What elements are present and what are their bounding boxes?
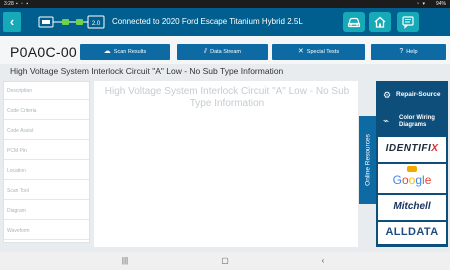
connection-status-text: Connected to 2020 Ford Escape Titanium H… [112,17,303,26]
battery-level: 94% [435,1,446,7]
special-tests-label: Special Tests [306,49,340,55]
back-button[interactable]: ‹ [3,12,21,32]
back-nav-icon[interactable]: ‹ [314,255,332,267]
wiring-label: Color Wiring Diagrams [399,115,435,129]
app-screen: 3:28 ▪ ▫ ▪ ◔ ▾ 94% ‹ 2.0 Connected to 20… [0,0,450,270]
report-button[interactable] [397,12,419,32]
help-label: Help [406,49,418,55]
question-icon: ? [399,48,404,55]
menu-item-waveform[interactable]: Waveform [4,222,89,240]
data-stream-button[interactable]: ⫽ Data Stream [177,44,268,60]
online-resources-tab[interactable]: Online Resources [359,116,376,204]
wiring-label-line2: Diagrams [399,122,427,128]
repair-source-label: Repair-Source [396,91,441,98]
online-resources-label: Online Resources [364,134,371,186]
content-panel: High Voltage System Interlock Circuit "A… [94,81,358,247]
alldata-logo: ALLDATA [385,226,439,238]
wrench-icon: ⚙ [383,90,392,100]
wiring-label-line1: Color Wiring [399,115,435,121]
report-icon [402,16,414,29]
mitchell-button[interactable]: Mitchell [378,195,446,221]
vehicle-button[interactable] [343,12,365,32]
menu-item-code-criteria[interactable]: Code Criteria [4,102,89,120]
cloud-icon: ☁ [103,48,111,55]
menu-item-code-assist[interactable]: Code Assist [4,122,89,140]
google-logo: Google [392,173,432,187]
identifix-logo: IDENTIFIX [385,143,439,154]
recent-apps-icon[interactable]: ||| [116,255,134,267]
chart-icon: ⫽ [204,48,208,55]
wiring-icon: ⌁ [383,116,390,127]
scan-results-button[interactable]: ☁ Scan Results [80,44,170,60]
home-nav-icon[interactable]: ▢ [216,255,234,267]
alldata-button[interactable]: ALLDATA [378,222,446,245]
google-doodle-icon [407,166,417,172]
connection-icon-label: 2.0 [92,21,101,27]
code-description: High Voltage System Interlock Circuit "A… [10,66,284,76]
scan-results-label: Scan Results [113,49,147,55]
wifi-icon: ◔ ▾ [416,1,426,7]
back-arrow-icon: ‹ [9,14,15,29]
mitchell-logo: Mitchell [393,201,431,212]
tools-icon: ✕ [297,48,304,55]
special-tests-button[interactable]: ✕ Special Tests [272,44,365,60]
menu-item-diagram[interactable]: Diagram [4,202,89,220]
menu-item-pcm-pin[interactable]: PCM Pin [4,142,89,160]
identifix-button[interactable]: IDENTIFIX [378,137,446,163]
info-menu: Description Code Criteria Code Assist PC… [3,81,90,243]
menu-item-location[interactable]: Location [4,162,89,180]
notification-icons: ▪ ▫ ▪ [16,1,30,7]
color-wiring-diagrams-button[interactable]: ⌁ Color Wiring Diagrams [378,110,446,136]
google-button[interactable]: Google [378,164,446,194]
help-button[interactable]: ? Help [371,44,446,60]
code-toolbar: P0A0C-00 ☁ Scan Results ⫽ Data Stream ✕ Spe… [0,36,450,64]
repair-source-button[interactable]: ⚙ Repair-Source [378,83,446,109]
system-nav-bar: ||| ▢ ‹ [0,252,450,270]
content-title: High Voltage System Interlock Circuit "A… [104,86,350,109]
online-resources-panel: ⚙ Repair-Source ⌁ Color Wiring Diagrams … [376,81,448,247]
status-time: 3:28 [4,1,14,7]
data-stream-label: Data Stream [210,49,241,55]
home-button[interactable] [369,12,391,32]
vehicle-icon [347,17,361,28]
app-header: ‹ 2.0 Connected to 2020 Ford Escape Tita… [0,8,450,36]
menu-item-scan-tool[interactable]: Scan Tool [4,182,89,200]
connection-status-icon: 2.0 [38,15,106,29]
menu-item-description[interactable]: Description [4,82,89,100]
status-bar: 3:28 ▪ ▫ ▪ ◔ ▾ 94% [0,0,450,8]
dtc-code: P0A0C-00 [10,44,77,60]
home-icon [374,16,386,28]
